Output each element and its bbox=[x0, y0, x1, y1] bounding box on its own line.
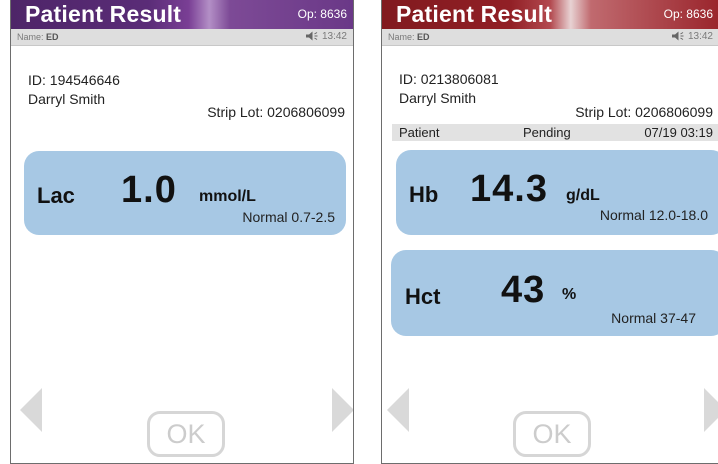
patient-id: ID: 194546646 bbox=[28, 72, 120, 88]
analyte-name: Hct bbox=[405, 284, 441, 309]
analyte-name: Lac bbox=[37, 183, 75, 208]
result-card-hb: Hb 14.3 g/dL Normal 12.0-18.0 bbox=[396, 150, 718, 235]
strip-lot: Strip Lot: 0206806099 bbox=[575, 104, 713, 120]
speaker-icon bbox=[305, 31, 318, 41]
result-value: 43 bbox=[501, 269, 546, 311]
patient-name: Darryl Smith bbox=[28, 91, 106, 107]
result-value: 14.3 bbox=[470, 168, 548, 210]
normal-range: Normal 37-47 bbox=[611, 310, 696, 326]
left-arrow-icon[interactable] bbox=[387, 388, 409, 432]
test-status-row: Patient Pending 07/19 03:19 bbox=[392, 124, 718, 141]
title-bar: Patient Result Op: 8636 bbox=[382, 0, 718, 29]
result-card-hct: Hct 43 % Normal 37-47 bbox=[391, 250, 718, 336]
speaker-icon bbox=[671, 31, 684, 41]
operator-name: Name: ED bbox=[388, 32, 430, 42]
normal-range: Normal 0.7-2.5 bbox=[242, 209, 335, 225]
result-status: Pending bbox=[523, 125, 571, 140]
device-screen-hemoglobin: Patient Result Op: 8636 Name: ED 13:42 I… bbox=[381, 0, 718, 464]
patient-id: ID: 0213806081 bbox=[399, 71, 499, 87]
sample-type: Patient bbox=[399, 125, 440, 140]
result-card-lac: Lac 1.0 mmol/L Normal 0.7-2.5 bbox=[24, 151, 346, 235]
analyte-name: Hb bbox=[409, 182, 439, 207]
result-unit: g/dL bbox=[566, 187, 600, 204]
result-value: 1.0 bbox=[121, 169, 177, 211]
screen-title: Patient Result bbox=[396, 1, 553, 27]
left-arrow-icon[interactable] bbox=[20, 388, 42, 432]
ok-button[interactable]: OK bbox=[513, 411, 591, 457]
operator-id: Op: 8636 bbox=[297, 7, 347, 21]
clock-time: 13:42 bbox=[321, 31, 347, 42]
normal-range: Normal 12.0-18.0 bbox=[599, 207, 708, 223]
patient-name: Darryl Smith bbox=[399, 90, 477, 106]
right-arrow-icon[interactable] bbox=[332, 388, 353, 432]
name-bar: Name: ED 13:42 bbox=[11, 29, 353, 46]
operator-id: Op: 8636 bbox=[663, 7, 713, 21]
title-bar: Patient Result Op: 8636 bbox=[11, 0, 353, 29]
result-unit: % bbox=[562, 286, 577, 303]
test-datetime: 07/19 03:19 bbox=[644, 125, 713, 140]
status-indicators: 13:42 bbox=[671, 29, 713, 45]
screen-title: Patient Result bbox=[25, 1, 182, 27]
clock-time: 13:42 bbox=[687, 31, 713, 42]
name-bar: Name: ED 13:42 bbox=[382, 29, 718, 46]
right-arrow-icon[interactable] bbox=[704, 388, 718, 432]
device-screen-lactate: Patient Result Op: 8636 Name: ED 13:42 I… bbox=[10, 0, 354, 464]
status-indicators: 13:42 bbox=[305, 29, 347, 45]
ok-button[interactable]: OK bbox=[147, 411, 225, 457]
result-unit: mmol/L bbox=[199, 188, 256, 205]
operator-name: Name: ED bbox=[17, 32, 59, 42]
strip-lot: Strip Lot: 0206806099 bbox=[207, 104, 345, 120]
